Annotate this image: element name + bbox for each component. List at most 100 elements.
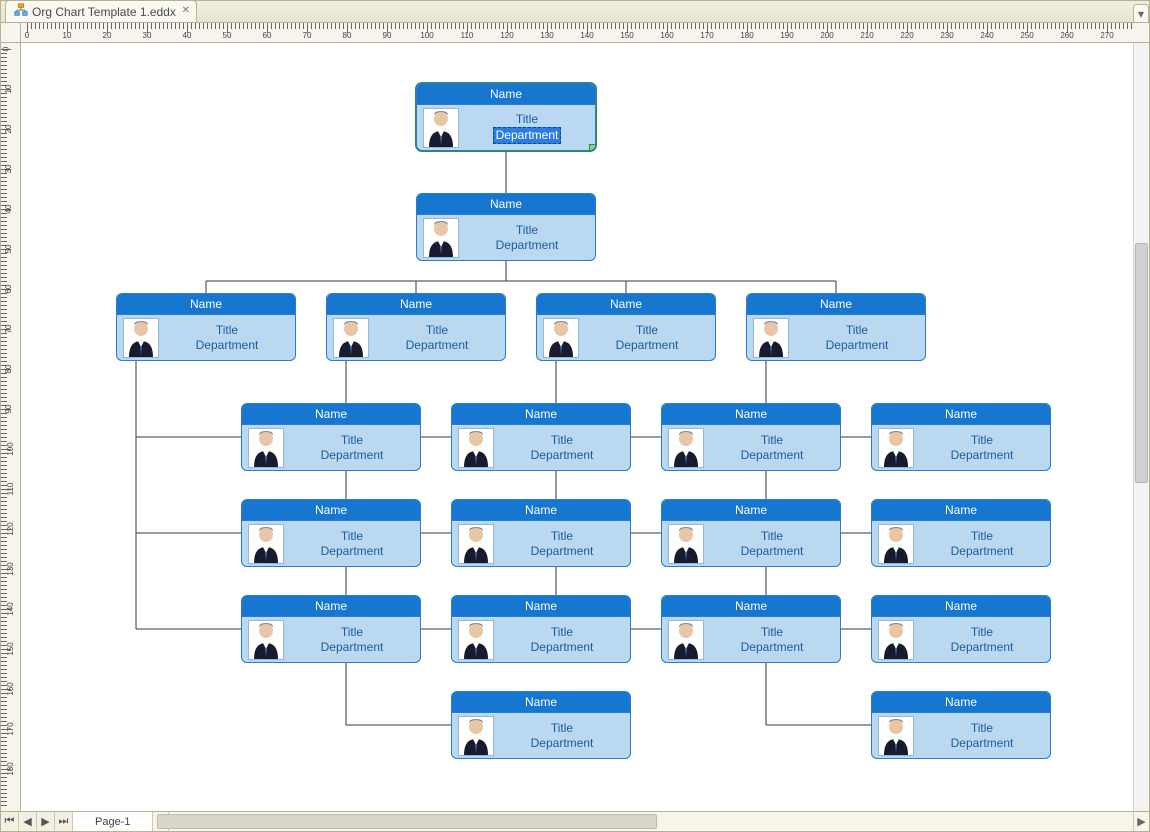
- avatar-icon: [123, 318, 159, 358]
- ruler-v-label: 130: [6, 562, 15, 575]
- org-card-name: Name: [872, 596, 1050, 617]
- avatar-icon: [458, 428, 494, 468]
- avatar-icon: [878, 716, 914, 756]
- vertical-scrollbar[interactable]: [1133, 43, 1149, 811]
- org-card-title: Title: [165, 323, 289, 338]
- avatar-icon: [878, 524, 914, 564]
- ruler-corner-right: [1133, 23, 1149, 43]
- ruler-v-label: 0: [2, 47, 11, 51]
- org-card-name: Name: [452, 596, 630, 617]
- org-card[interactable]: NameTitleDepartment: [661, 595, 841, 663]
- page-tab-label: Page-1: [95, 816, 130, 828]
- org-card-department: Department: [165, 338, 289, 353]
- org-card[interactable]: Name TitleDepartment: [416, 193, 596, 261]
- org-card[interactable]: NameTitleDepartment: [451, 595, 631, 663]
- avatar-icon: [668, 620, 704, 660]
- avatar-icon: [423, 218, 459, 258]
- document-tab[interactable]: Org Chart Template 1.eddx ✕: [5, 0, 197, 22]
- ruler-h-label: 270: [1100, 31, 1113, 40]
- avatar-icon: [458, 620, 494, 660]
- avatar-icon: [458, 524, 494, 564]
- app-window: Org Chart Template 1.eddx ✕ ▾ 0102030405…: [0, 0, 1150, 832]
- org-card-department: Department: [500, 544, 624, 559]
- org-card[interactable]: NameTitleDepartment: [451, 691, 631, 759]
- canvas[interactable]: NameTitleDepartmentNameTitleDepartmentNa…: [21, 43, 1133, 811]
- org-card[interactable]: NameTitleDepartment: [451, 499, 631, 567]
- org-card-title: Title: [465, 112, 589, 127]
- org-card[interactable]: NameTitleDepartment: [116, 293, 296, 361]
- ruler-h-label: 90: [383, 31, 392, 40]
- avatar-icon: [668, 524, 704, 564]
- avatar-icon: [543, 318, 579, 358]
- avatar-icon: [878, 620, 914, 660]
- horizontal-scrollbar[interactable]: ◀ ▶: [153, 812, 1149, 831]
- org-card[interactable]: NameTitleDepartment: [871, 691, 1051, 759]
- org-card-department: Department: [920, 448, 1044, 463]
- org-card[interactable]: NameTitleDepartment: [241, 595, 421, 663]
- org-card-name: Name: [242, 404, 420, 425]
- org-card-name: Name: [537, 294, 715, 315]
- scroll-right-arrow-icon[interactable]: ▶: [1133, 812, 1149, 831]
- org-card[interactable]: NameTitleDepartment: [746, 293, 926, 361]
- org-card[interactable]: NameTitleDepartment: [661, 403, 841, 471]
- avatar-icon: [333, 318, 369, 358]
- org-card-name: Name: [327, 294, 505, 315]
- page-tab[interactable]: Page-1: [73, 812, 153, 831]
- ruler-h-label: 80: [343, 31, 352, 40]
- ruler-h-label: 260: [1060, 31, 1073, 40]
- org-card[interactable]: NameTitleDepartment: [416, 83, 596, 151]
- org-card[interactable]: NameTitleDepartment: [536, 293, 716, 361]
- ruler-h-label: 30: [143, 31, 152, 40]
- horizontal-scroll-thumb[interactable]: [157, 814, 657, 829]
- org-card-name: Name: [662, 500, 840, 521]
- resize-handle[interactable]: [589, 144, 596, 151]
- org-card-title: Title: [710, 625, 834, 640]
- document-tab-strip: Org Chart Template 1.eddx ✕ ▾: [1, 1, 1149, 23]
- page-nav-buttons: ⏮ ◀ ▶ ⏭: [1, 812, 73, 831]
- ruler-h-label: 230: [940, 31, 953, 40]
- close-tab-icon[interactable]: ✕: [180, 4, 192, 16]
- vertical-scroll-thumb[interactable]: [1135, 243, 1148, 483]
- ruler-h-label: 200: [820, 31, 833, 40]
- ruler-v-label: 110: [6, 483, 15, 496]
- avatar-icon: [458, 716, 494, 756]
- bottom-bar: ⏮ ◀ ▶ ⏭ Page-1 ◀ ▶: [1, 811, 1149, 831]
- ruler-v-label: 120: [6, 522, 15, 535]
- org-card-department: Department: [585, 338, 709, 353]
- prev-page-button[interactable]: ◀: [19, 812, 37, 831]
- org-card[interactable]: NameTitleDepartment: [661, 499, 841, 567]
- last-page-button[interactable]: ⏭: [55, 812, 73, 831]
- org-card-name: Name: [417, 194, 595, 215]
- org-card-title: Title: [465, 223, 589, 238]
- org-card[interactable]: NameTitleDepartment: [451, 403, 631, 471]
- org-card[interactable]: NameTitleDepartment: [326, 293, 506, 361]
- org-card-department: Department: [710, 448, 834, 463]
- org-card-name: Name: [452, 692, 630, 713]
- org-card[interactable]: NameTitleDepartment: [871, 403, 1051, 471]
- ruler-h-label: 160: [660, 31, 673, 40]
- avatar-icon: [423, 108, 459, 148]
- org-card-department: Department: [290, 640, 414, 655]
- org-card-title: Title: [500, 721, 624, 736]
- org-card-department: Department: [375, 338, 499, 353]
- org-card-title: Title: [290, 433, 414, 448]
- org-card[interactable]: NameTitleDepartment: [871, 499, 1051, 567]
- first-page-button[interactable]: ⏮: [1, 812, 19, 831]
- ruler-h-label: 50: [223, 31, 232, 40]
- org-card-department: Department: [465, 238, 589, 253]
- workspace: 0102030405060708090100110120130140150160…: [1, 23, 1149, 811]
- ruler-h-label: 210: [860, 31, 873, 40]
- ruler-h-label: 170: [700, 31, 713, 40]
- org-card-department: Department: [290, 544, 414, 559]
- next-page-button[interactable]: ▶: [37, 812, 55, 831]
- tab-overflow-button[interactable]: ▾: [1133, 4, 1149, 22]
- org-card-title: Title: [710, 529, 834, 544]
- org-card-department[interactable]: Department: [493, 127, 562, 144]
- org-card-department: Department: [795, 338, 919, 353]
- document-tab-label: Org Chart Template 1.eddx: [32, 5, 176, 19]
- avatar-icon: [248, 428, 284, 468]
- org-card[interactable]: NameTitleDepartment: [241, 403, 421, 471]
- org-card[interactable]: NameTitleDepartment: [241, 499, 421, 567]
- org-card[interactable]: NameTitleDepartment: [871, 595, 1051, 663]
- org-card-name: Name: [662, 596, 840, 617]
